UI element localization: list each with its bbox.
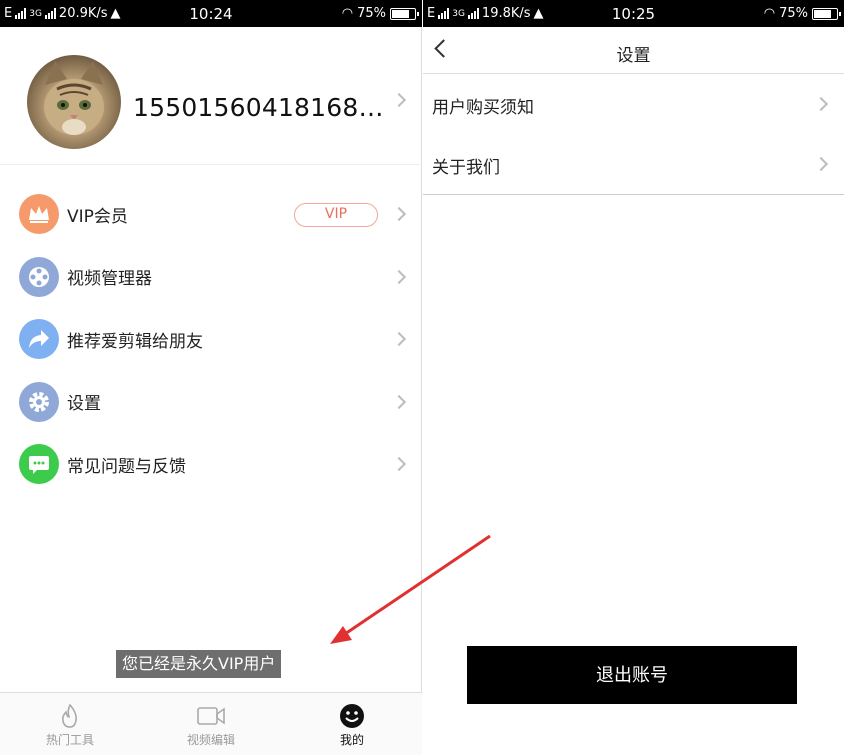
- smiley-face-icon: [340, 704, 364, 728]
- net-speed: 20.9K/s: [58, 6, 108, 21]
- nav-bar: 设置: [423, 27, 844, 74]
- network-type: E: [4, 6, 13, 21]
- menu-label: 推荐爱剪辑给朋友: [67, 331, 203, 352]
- net-speed: 19.8K/s: [481, 6, 531, 21]
- chevron-right-icon: [391, 269, 407, 284]
- signal-icon: [44, 8, 56, 19]
- chevron-right-icon: [391, 331, 407, 347]
- flame-icon: [62, 703, 77, 728]
- setting-label: 关于我们: [432, 158, 500, 178]
- menu-item-share-app[interactable]: 推荐爱剪辑给朋友: [0, 308, 422, 371]
- chevron-right-icon: [391, 92, 407, 108]
- share-arrow-icon: [19, 319, 59, 360]
- profile-menu: VIP会员 VIP 视频管理器 推荐爱剪辑给朋友 设置 常见问题与反馈: [0, 183, 422, 496]
- setting-item-about-us[interactable]: 关于我们: [423, 134, 844, 194]
- wifi-icon: ◠: [341, 6, 354, 21]
- profile-screen: E 3G 20.9K/s ▲ 10:24 ◠ 75% 1550156041816…: [0, 0, 422, 755]
- wifi-icon: ◠: [763, 6, 776, 21]
- battery-icon: [812, 7, 841, 20]
- chevron-right-icon: [391, 456, 407, 472]
- chevron-right-icon: [813, 156, 829, 172]
- signal-icon: [438, 8, 450, 19]
- page-title: 设置: [616, 46, 651, 66]
- logout-button[interactable]: 退出账号: [467, 646, 797, 704]
- menu-item-faq-feedback[interactable]: 常见问题与反馈: [0, 433, 422, 496]
- chevron-right-icon: [813, 96, 829, 112]
- cat-avatar-image: [44, 61, 104, 135]
- gear-icon: [19, 381, 59, 422]
- network-gen: 3G: [29, 8, 42, 19]
- tab-label: 热门工具: [45, 733, 94, 747]
- menu-item-settings[interactable]: 设置: [0, 371, 422, 434]
- chevron-right-icon: [391, 206, 407, 222]
- menu-item-video-manager[interactable]: 视频管理器: [0, 246, 422, 309]
- notification-bell-icon: ▲: [110, 6, 121, 21]
- menu-label: 常见问题与反馈: [67, 456, 186, 477]
- menu-item-vip[interactable]: VIP会员 VIP: [0, 183, 422, 246]
- battery-percent: 75%: [779, 6, 808, 21]
- status-bar: E 3G 19.8K/s ▲ 10:25 ◠ 75%: [423, 0, 844, 27]
- film-reel-icon: [19, 256, 59, 297]
- settings-screen: E 3G 19.8K/s ▲ 10:25 ◠ 75% 设置 用户购买须知 关于我…: [423, 0, 844, 755]
- tab-label: 我的: [339, 733, 364, 747]
- user-phone-number: 15501560418168…: [133, 93, 384, 122]
- chat-bubble-icon: [19, 444, 59, 485]
- tab-mine[interactable]: 我的: [282, 693, 422, 755]
- video-camera-icon: [197, 707, 225, 725]
- network-type: E: [427, 6, 436, 21]
- setting-label: 用户购买须知: [432, 98, 534, 118]
- notification-bell-icon: ▲: [533, 6, 544, 21]
- vip-status-toast: 您已经是永久VIP用户: [116, 650, 282, 678]
- tab-label: 视频编辑: [186, 733, 235, 747]
- tab-video-edit[interactable]: 视频编辑: [141, 693, 281, 755]
- menu-label: 视频管理器: [67, 269, 152, 290]
- bottom-tab-bar: 热门工具 视频编辑 我的: [0, 692, 422, 755]
- settings-list: 用户购买须知 关于我们: [423, 74, 844, 195]
- comparison-screenshot: E 3G 20.9K/s ▲ 10:24 ◠ 75% 1550156041816…: [0, 0, 844, 755]
- menu-label: VIP会员: [67, 206, 128, 227]
- crown-icon: [19, 194, 59, 235]
- signal-icon: [467, 8, 479, 19]
- signal-icon: [15, 8, 27, 19]
- battery-percent: 75%: [357, 6, 386, 21]
- tab-hot-tools[interactable]: 热门工具: [0, 693, 140, 755]
- chevron-right-icon: [391, 394, 407, 409]
- vip-badge: VIP: [294, 203, 378, 227]
- avatar[interactable]: [27, 55, 121, 149]
- menu-label: 设置: [67, 394, 101, 415]
- profile-header[interactable]: 15501560418168…: [0, 27, 422, 165]
- setting-item-purchase-notice[interactable]: 用户购买须知: [423, 74, 844, 134]
- network-gen: 3G: [452, 8, 465, 19]
- battery-icon: [390, 7, 419, 20]
- status-bar: E 3G 20.9K/s ▲ 10:24 ◠ 75%: [0, 0, 422, 27]
